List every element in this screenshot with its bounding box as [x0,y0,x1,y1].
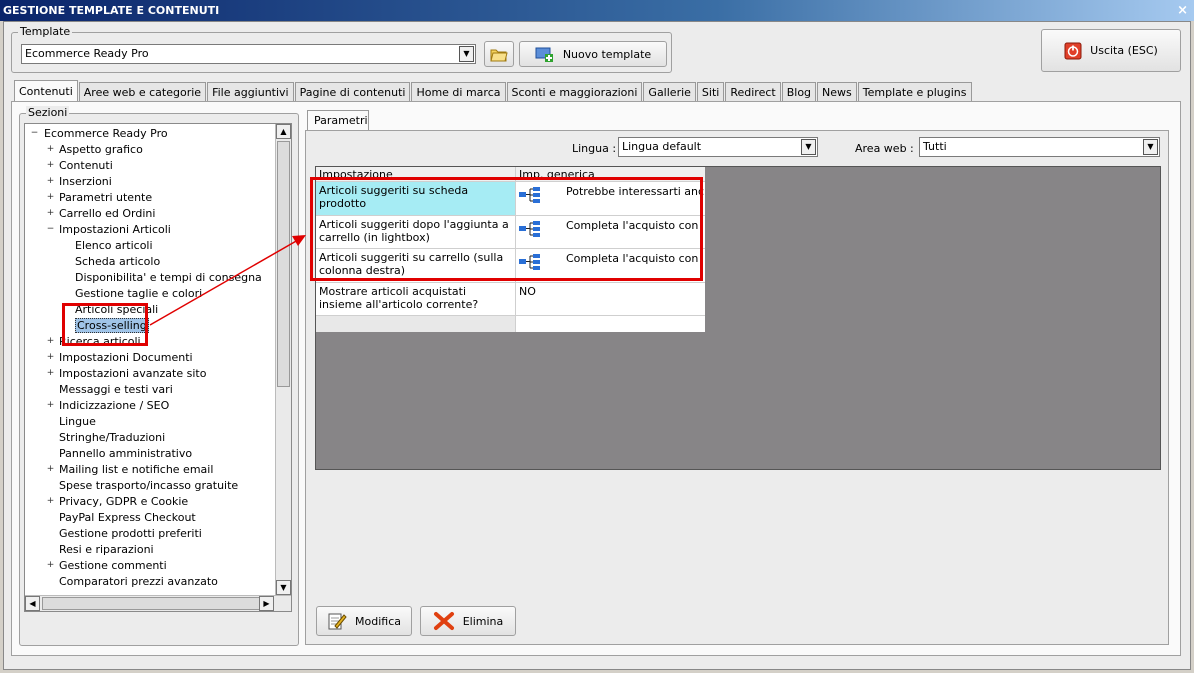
edit-icon [328,613,347,630]
delete-button[interactable]: Elimina [420,606,516,636]
annotation-arrow [149,235,306,326]
modify-button[interactable]: Modifica [316,606,412,636]
modify-label: Modifica [355,614,401,628]
close-icon [433,612,454,630]
delete-label: Elimina [462,614,504,628]
